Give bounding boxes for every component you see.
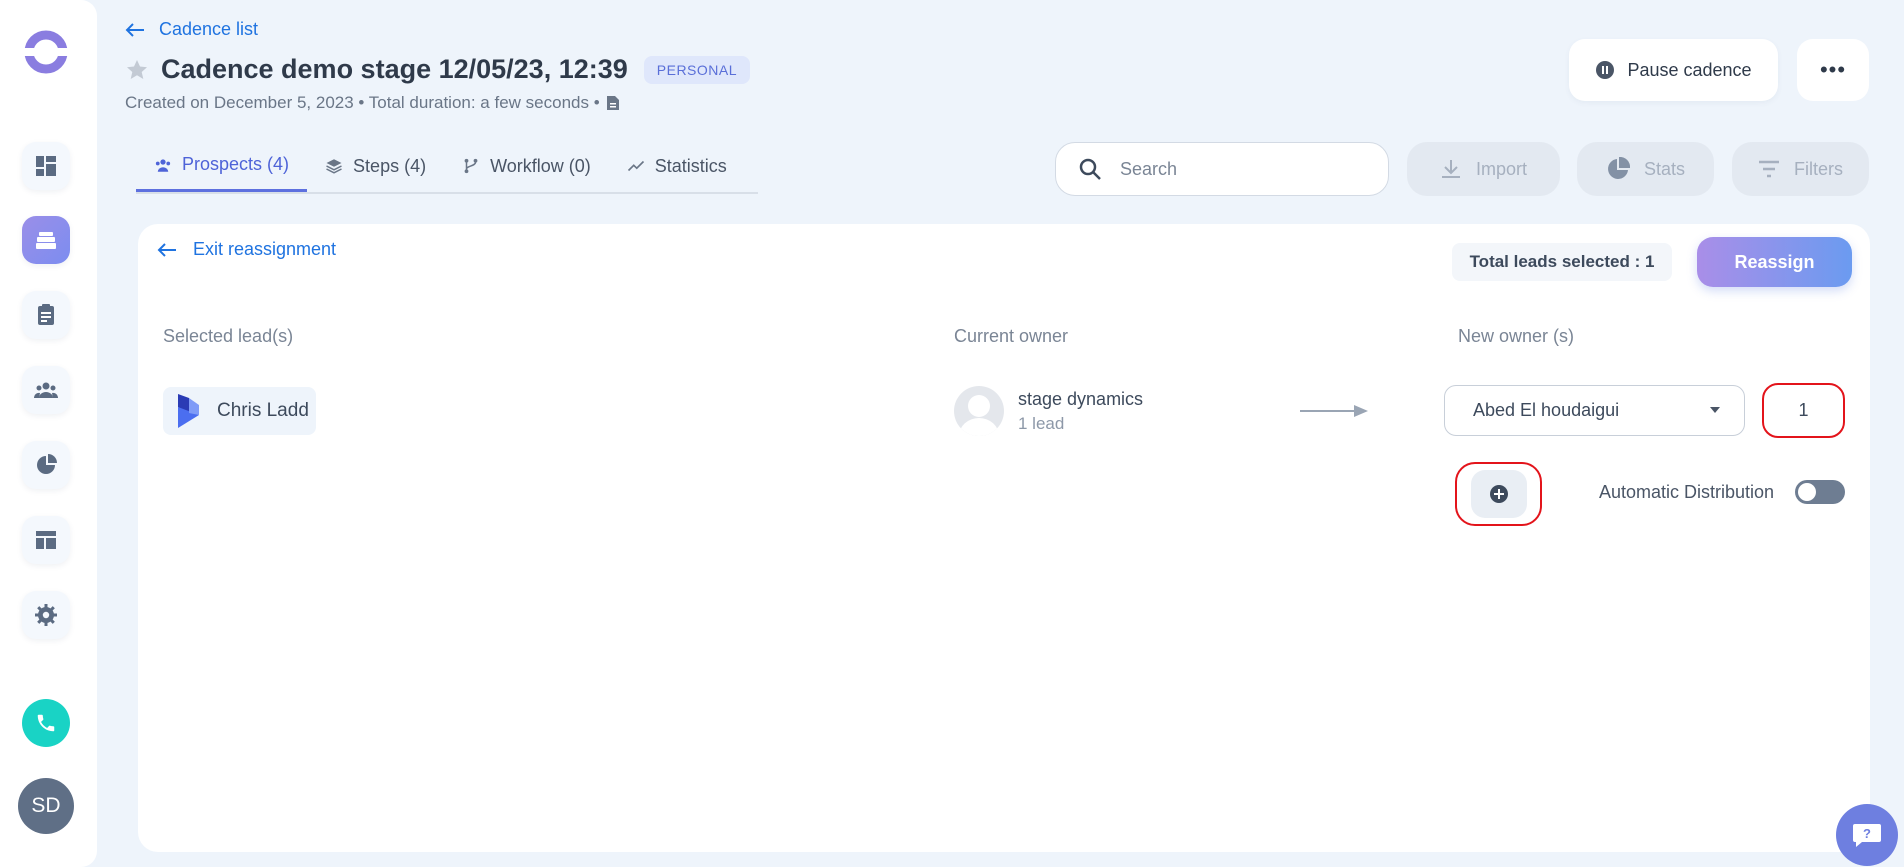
help-question-icon: ? <box>1853 824 1881 847</box>
exit-reassignment-label: Exit reassignment <box>193 239 337 259</box>
prospects-icon <box>155 158 171 172</box>
workflow-icon <box>464 158 478 174</box>
owner-name: stage dynamics <box>1018 388 1144 409</box>
download-icon <box>1441 160 1460 178</box>
stats-label: Stats <box>1643 158 1686 179</box>
selected-lead-chip[interactable]: Chris Ladd <box>163 387 316 435</box>
lead-quantity-value: 1 <box>1798 400 1809 420</box>
reassign-button[interactable]: Reassign <box>1697 237 1852 287</box>
owner-lead-count: 1 lead <box>1018 413 1065 433</box>
user-avatar[interactable]: SD <box>18 778 74 834</box>
reassignment-card <box>138 224 1870 852</box>
personal-badge: PERSONAL <box>643 55 751 84</box>
reports-icon[interactable] <box>22 441 70 489</box>
tab-workflow-label: Workflow (0) <box>490 155 591 176</box>
pause-icon <box>1596 61 1615 79</box>
more-options-button[interactable]: ••• <box>1797 39 1869 101</box>
phone-icon[interactable] <box>22 699 70 747</box>
arrow-right-icon <box>1300 404 1370 423</box>
search-icon <box>1079 158 1101 180</box>
plus-circle-icon <box>1489 485 1508 503</box>
automatic-distribution-toggle[interactable] <box>1795 480 1845 504</box>
dashboard-icon[interactable] <box>22 142 70 190</box>
back-to-cadence-list-link[interactable]: Cadence list <box>125 19 258 40</box>
tab-workflow[interactable]: Workflow (0) <box>444 140 609 192</box>
new-owner-value: Abed El houdaigui <box>1473 400 1620 420</box>
total-leads-selected: Total leads selected : 1 <box>1452 243 1672 281</box>
current-owner: stage dynamics 1 lead <box>954 386 1143 436</box>
tab-steps[interactable]: Steps (4) <box>307 140 444 192</box>
pie-chart-icon <box>1608 157 1630 179</box>
cadence-tabs: Prospects (4) Steps (4) Workflow (0) Sta… <box>136 140 758 194</box>
dynamics-logo-icon <box>178 394 199 428</box>
sidebar: SD <box>0 0 97 867</box>
layers-icon <box>326 159 342 174</box>
automatic-distribution-label: Automatic Distribution <box>1599 482 1775 502</box>
stats-button[interactable]: Stats <box>1577 142 1714 196</box>
arrow-left-icon <box>157 242 176 257</box>
team-icon[interactable] <box>22 366 70 414</box>
filters-label: Filters <box>1794 158 1843 179</box>
import-label: Import <box>1475 158 1527 179</box>
svg-text:?: ? <box>1863 826 1871 841</box>
tab-statistics[interactable]: Statistics <box>609 140 745 192</box>
current-owner-header: Current owner <box>954 326 1069 346</box>
templates-icon[interactable] <box>22 516 70 564</box>
help-button[interactable]: ? <box>1836 804 1898 866</box>
pause-cadence-button[interactable]: Pause cadence <box>1569 39 1778 101</box>
page-title: Cadence demo stage 12/05/23, 12:39 <box>161 54 628 84</box>
exit-reassignment-link[interactable]: Exit reassignment <box>157 239 336 260</box>
lead-quantity-input[interactable]: 1 <box>1762 383 1845 438</box>
chevron-down-icon <box>1710 407 1720 413</box>
trend-icon <box>627 160 644 172</box>
search-input[interactable] <box>1120 158 1350 180</box>
title-row: Cadence demo stage 12/05/23, 12:39 PERSO… <box>125 54 751 85</box>
import-button[interactable]: Import <box>1407 142 1560 196</box>
filters-button[interactable]: Filters <box>1732 142 1869 196</box>
owner-avatar <box>954 386 1004 436</box>
star-icon[interactable] <box>125 58 149 82</box>
cadence-meta: Created on December 5, 2023 • Total dura… <box>125 93 620 113</box>
more-dots-icon: ••• <box>1819 57 1847 82</box>
tab-steps-label: Steps (4) <box>353 155 427 176</box>
back-link-label: Cadence list <box>159 19 259 39</box>
filter-icon <box>1759 160 1779 178</box>
cadence-meta-text: Created on December 5, 2023 • Total dura… <box>125 93 600 112</box>
settings-gear-icon[interactable] <box>22 591 70 639</box>
add-owner-button[interactable] <box>1455 462 1542 526</box>
logo-icon[interactable] <box>22 28 70 76</box>
search-box <box>1055 142 1389 196</box>
tasks-icon[interactable] <box>22 291 70 339</box>
selected-leads-header: Selected lead(s) <box>163 326 294 346</box>
add-owner-button-inner <box>1470 470 1527 518</box>
avatar-initials: SD <box>31 794 61 817</box>
arrow-left-icon <box>125 22 144 37</box>
document-icon[interactable] <box>606 95 620 111</box>
tab-prospects[interactable]: Prospects (4) <box>136 140 308 192</box>
lead-name: Chris Ladd <box>217 400 309 421</box>
tab-statistics-label: Statistics <box>654 155 727 176</box>
new-owner-select[interactable]: Abed El houdaigui <box>1444 385 1745 436</box>
cadences-icon[interactable] <box>22 216 70 264</box>
pause-cadence-label: Pause cadence <box>1627 59 1752 80</box>
tab-prospects-label: Prospects (4) <box>182 154 290 174</box>
new-owner-header: New owner (s) <box>1458 326 1575 346</box>
